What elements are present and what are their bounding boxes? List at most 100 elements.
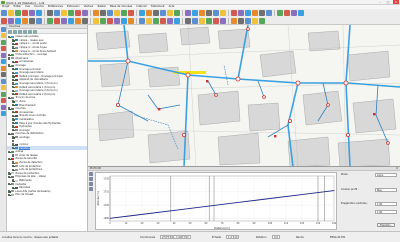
layer-visibility-checkbox[interactable] <box>12 39 16 43</box>
profile-chart[interactable]: 0 10 20 30 40 50 60 70 80 90 100 110 120 130 140 1720 17… <box>95 172 337 230</box>
add-raster-icon[interactable] <box>192 17 198 24</box>
add-vector-icon[interactable] <box>185 17 191 24</box>
layer-visibility-checkbox[interactable] <box>12 75 16 78</box>
select-layer-icon[interactable] <box>89 177 93 181</box>
undo-icon[interactable] <box>259 10 265 16</box>
add-postgis-icon[interactable] <box>1 39 6 45</box>
layer-visibility-checkbox[interactable] <box>8 157 12 161</box>
add-db-icon[interactable] <box>54 17 60 24</box>
minimize-button[interactable]: – <box>377 0 383 4</box>
layer-visibility-checkbox[interactable] <box>8 35 12 39</box>
add-wcs-icon[interactable] <box>1 104 6 110</box>
refresh-icon[interactable] <box>36 17 42 24</box>
layer-visibility-checkbox[interactable] <box>12 111 16 114</box>
print-icon[interactable] <box>167 10 173 16</box>
layer-tree-row[interactable]: Plan de l'Ouest <box>7 193 87 197</box>
edit-icon[interactable] <box>238 10 244 16</box>
edit-icon[interactable] <box>206 17 212 24</box>
redo-icon[interactable] <box>121 10 127 16</box>
add-group-icon[interactable] <box>13 29 17 34</box>
help-icon[interactable] <box>252 17 258 24</box>
open-project-icon[interactable] <box>121 17 127 24</box>
add-mssql-icon[interactable] <box>1 91 6 97</box>
layer-visibility-checkbox[interactable] <box>12 49 16 53</box>
layer-visibility-checkbox[interactable] <box>12 143 16 147</box>
layer-visibility-checkbox[interactable] <box>8 193 12 197</box>
node-tool-icon[interactable] <box>107 10 113 16</box>
layer-visibility-checkbox[interactable] <box>8 57 11 60</box>
zoom-out-icon[interactable] <box>153 17 159 24</box>
digitize-icon[interactable] <box>245 10 251 16</box>
layer-visibility-checkbox[interactable] <box>12 161 16 165</box>
maximize-button[interactable]: ▢ <box>385 0 391 4</box>
render-label[interactable]: Rendu <box>296 236 304 239</box>
add-vector-layer-icon[interactable] <box>1 26 6 32</box>
layer-visibility-checkbox[interactable] <box>8 182 12 186</box>
add-wms-icon[interactable] <box>1 52 6 58</box>
layer-visibility-checkbox[interactable] <box>12 154 15 157</box>
refresh-icon[interactable] <box>213 10 219 16</box>
layer-visibility-checkbox[interactable] <box>12 60 16 64</box>
save-project-icon[interactable] <box>15 10 21 16</box>
node-tool-icon[interactable] <box>75 17 81 24</box>
new-project-icon[interactable] <box>259 17 265 24</box>
layer-visibility-checkbox[interactable] <box>8 150 12 154</box>
layer-visibility-checkbox[interactable] <box>12 103 16 107</box>
label-icon[interactable] <box>128 10 134 16</box>
layer-visibility-checkbox[interactable] <box>12 125 16 129</box>
layer-visibility-checkbox[interactable] <box>8 53 12 57</box>
collapse-all-icon[interactable] <box>28 29 32 34</box>
save-project-icon[interactable] <box>160 10 166 16</box>
expand-all-icon[interactable] <box>23 29 27 34</box>
layer-visibility-checkbox[interactable] <box>8 107 12 111</box>
pan-icon[interactable] <box>29 10 35 16</box>
mode-select[interactable]: Ligne <box>375 173 397 177</box>
layer-visibility-checkbox[interactable] <box>12 78 16 82</box>
layer-visibility-checkbox[interactable] <box>12 164 16 168</box>
export-button[interactable]: Exporter... <box>377 223 395 227</box>
zoom-out-icon[interactable] <box>8 17 14 24</box>
edit-icon[interactable] <box>61 17 67 24</box>
layer-visibility-checkbox[interactable] <box>12 179 16 183</box>
identify-icon[interactable] <box>160 17 166 24</box>
add-wfs-icon[interactable] <box>1 59 6 64</box>
scale-field[interactable]: 1.00 <box>375 202 397 206</box>
zoom-in-icon[interactable] <box>146 17 152 24</box>
layer-visibility-checkbox[interactable] <box>12 136 16 140</box>
layer-visibility-checkbox[interactable] <box>8 172 12 176</box>
add-raster-layer-icon[interactable] <box>1 33 6 38</box>
new-project-icon[interactable] <box>291 10 297 16</box>
layer-visibility-checkbox[interactable] <box>12 121 16 125</box>
select-icon[interactable] <box>199 10 205 16</box>
zoom-in-icon[interactable] <box>1 17 7 24</box>
layer-visibility-checkbox[interactable] <box>12 42 16 46</box>
crs-indicator[interactable]: EPSG:21781 <box>330 236 345 239</box>
digitize-icon[interactable] <box>213 17 219 24</box>
layer-visibility-checkbox[interactable] <box>8 175 12 179</box>
add-db2-icon[interactable] <box>1 98 6 103</box>
measure-icon[interactable] <box>61 10 67 16</box>
node-tool-icon[interactable] <box>220 17 226 24</box>
open-layer-styling-icon[interactable] <box>8 29 12 34</box>
layer-visibility-checkbox[interactable] <box>8 190 12 193</box>
redo-icon[interactable] <box>231 17 237 24</box>
new-project-icon[interactable] <box>114 17 120 24</box>
add-spatialite-icon[interactable] <box>1 46 6 51</box>
add-raster-icon[interactable] <box>82 10 88 16</box>
identify-icon[interactable] <box>15 17 21 24</box>
offset-field[interactable]: 1.00 <box>375 210 397 214</box>
print-icon[interactable] <box>22 10 28 16</box>
close-profile-icon[interactable]: ✕ <box>396 167 398 171</box>
select-icon[interactable] <box>22 17 28 24</box>
measure-icon[interactable] <box>174 17 180 24</box>
layer-visibility-checkbox[interactable] <box>12 114 16 118</box>
close-window-button[interactable]: ✕ <box>393 0 399 4</box>
layer-visibility-checkbox[interactable] <box>12 129 16 132</box>
remove-layer-icon[interactable] <box>33 29 37 34</box>
map-canvas[interactable] <box>88 25 400 167</box>
zoom-out-icon[interactable] <box>185 10 191 16</box>
draw-profile-icon[interactable] <box>89 172 93 176</box>
save-profile-icon[interactable] <box>89 187 93 191</box>
open-project-icon[interactable] <box>153 10 159 16</box>
select-icon[interactable] <box>167 17 173 24</box>
